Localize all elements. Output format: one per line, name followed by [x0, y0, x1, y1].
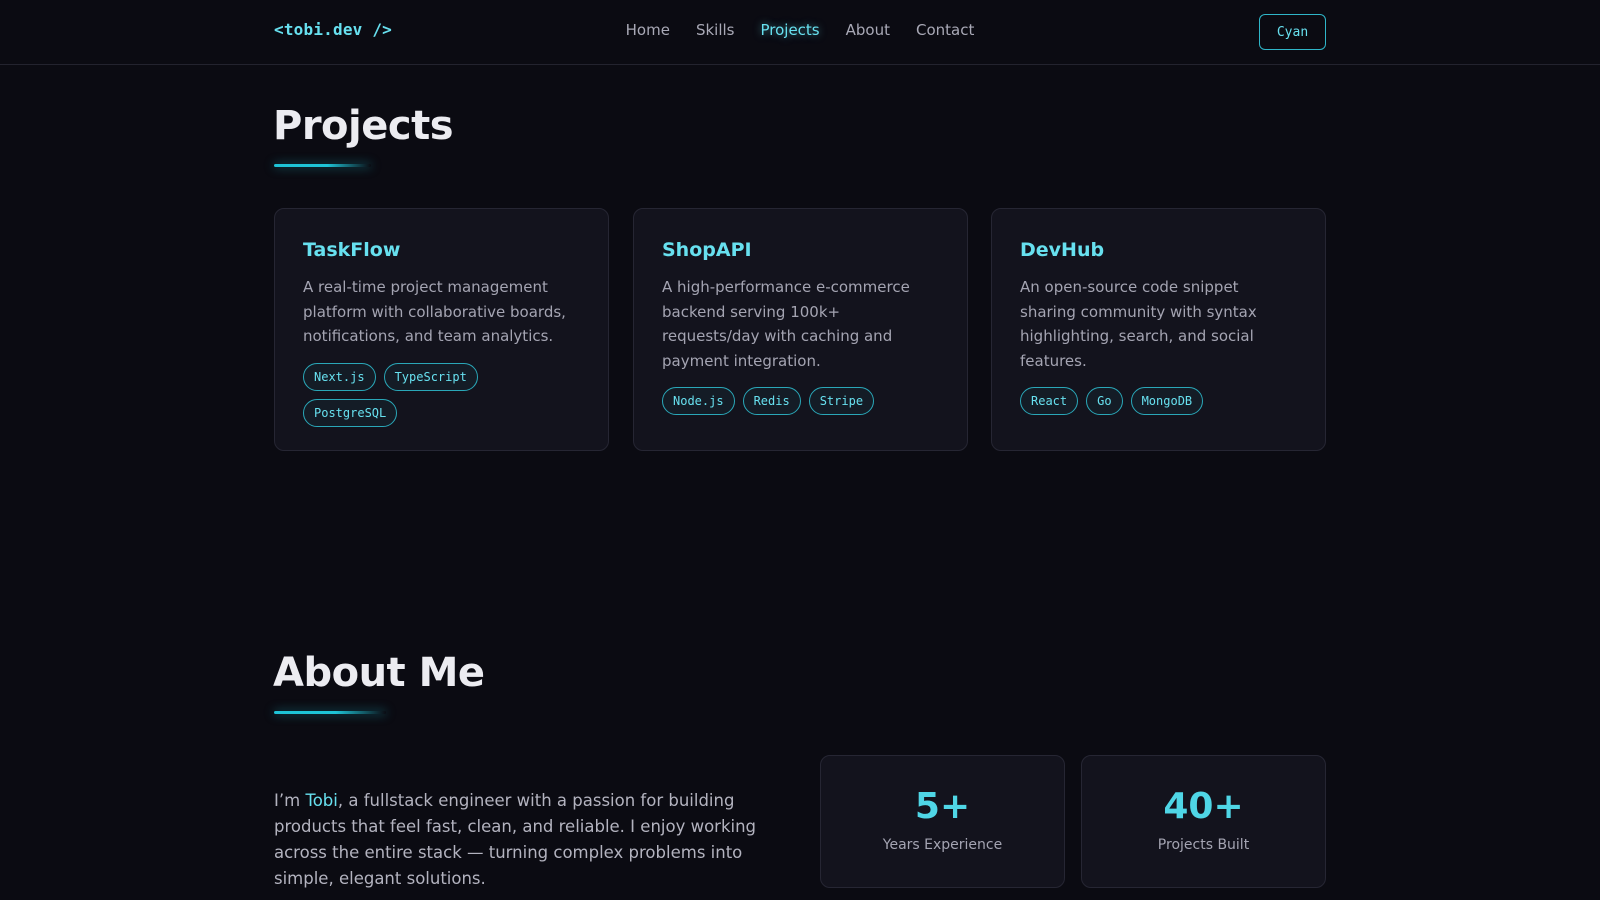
project-card-taskflow[interactable]: TaskFlow A real-time project management … [274, 208, 609, 451]
projects-section-title: Projects [273, 103, 454, 149]
about-intro-rest: , a fullstack engineer with a passion fo… [274, 791, 757, 888]
stat-value: 40+ [1163, 786, 1244, 827]
about-intro-text: I’m Tobi, a fullstack engineer with a pa… [274, 788, 784, 892]
nav-links: Home Skills Projects About Contact [0, 21, 1600, 39]
project-card-title[interactable]: DevHub [1020, 239, 1297, 261]
stat-label: Projects Built [1157, 837, 1250, 853]
project-card-shopapi[interactable]: ShopAPI A high-performance e-commerce ba… [633, 208, 968, 451]
nav-link-home[interactable]: Home [626, 21, 670, 39]
projects-title-underline [274, 164, 371, 167]
nav-link-about[interactable]: About [846, 21, 890, 39]
project-tag-list: Next.js TypeScript PostgreSQL [303, 362, 580, 427]
project-card-title[interactable]: ShopAPI [662, 239, 939, 261]
tech-tag: PostgreSQL [303, 398, 398, 427]
theme-toggle-button[interactable]: Cyan [1259, 14, 1326, 50]
about-name-highlight: Tobi [305, 791, 338, 810]
tech-tag: Stripe [808, 387, 875, 415]
tech-tag: React [1020, 387, 1079, 415]
project-tag-list: React Go MongoDB [1020, 387, 1297, 415]
project-card-description: A high-performance e-commerce backend se… [662, 278, 910, 370]
stat-value: 5+ [914, 786, 971, 827]
project-card-devhub[interactable]: DevHub An open-source code snippet shari… [991, 208, 1326, 451]
about-section-title: About Me [273, 650, 485, 696]
project-tag-list: Node.js Redis Stripe [662, 387, 939, 415]
stat-card-years: 5+ Years Experience [820, 755, 1065, 888]
tech-tag: Go [1086, 387, 1123, 415]
stat-card-projects: 40+ Projects Built [1081, 755, 1326, 888]
stat-label: Years Experience [882, 837, 1003, 853]
tech-tag: Next.js [303, 362, 376, 391]
project-card-description: An open-source code snippet sharing comm… [1020, 278, 1257, 370]
project-card-description: A real-time project management platform … [303, 278, 566, 345]
nav-link-contact[interactable]: Contact [916, 21, 974, 39]
project-card-title[interactable]: TaskFlow [303, 239, 580, 261]
about-title-underline [274, 711, 386, 714]
tech-tag: Node.js [662, 387, 735, 415]
nav-link-projects[interactable]: Projects [760, 21, 819, 39]
top-navbar: <tobi.dev /> Home Skills Projects About … [0, 0, 1600, 65]
tech-tag: Redis [742, 387, 801, 415]
nav-link-skills[interactable]: Skills [696, 21, 735, 39]
tech-tag: TypeScript [383, 362, 478, 391]
about-intro-prefix: I’m [274, 791, 306, 810]
tech-tag: MongoDB [1130, 387, 1204, 415]
